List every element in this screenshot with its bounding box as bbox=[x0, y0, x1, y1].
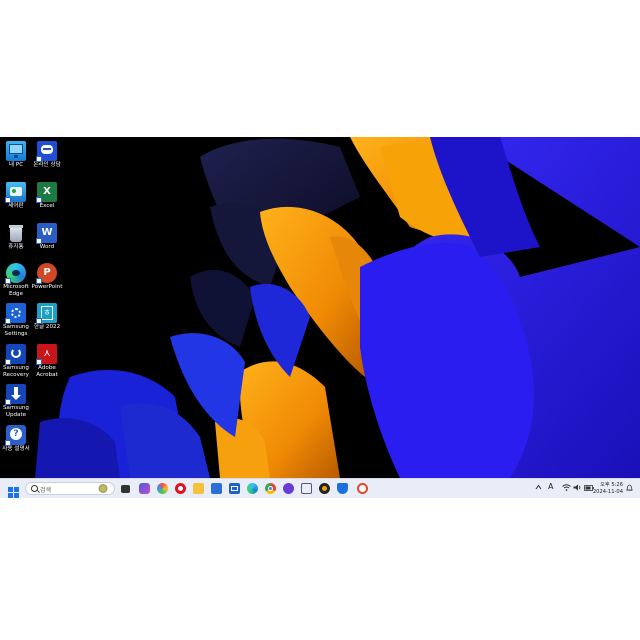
taskbar: 검색 A 오후 5:26 2024-11-04 bbox=[0, 478, 640, 498]
desktop-icon-control-panel[interactable]: 제어판 bbox=[0, 182, 32, 210]
file-explorer-icon[interactable] bbox=[193, 483, 204, 494]
remote-icon[interactable] bbox=[357, 483, 368, 494]
music-icon[interactable] bbox=[319, 483, 330, 494]
hangul-icon: ㅎ bbox=[36, 303, 57, 324]
desktop-icon-samsung-update[interactable]: Samsung Update bbox=[0, 384, 32, 418]
edge-icon bbox=[5, 263, 26, 284]
desktop-icon-acrobat[interactable]: ⋏ Adobe Acrobat bbox=[31, 344, 63, 378]
mail-icon[interactable] bbox=[229, 483, 240, 494]
taskbar-clock[interactable]: 오후 5:26 2024-11-04 bbox=[593, 482, 623, 495]
update-icon bbox=[5, 384, 26, 405]
app-q-icon[interactable] bbox=[175, 483, 186, 494]
clock-date: 2024-11-04 bbox=[592, 488, 623, 495]
wallpaper bbox=[0, 137, 640, 478]
samsung-app-icon[interactable] bbox=[283, 483, 294, 494]
recovery-icon bbox=[5, 344, 26, 365]
desktop-icon-online-consult[interactable]: 온라인 상담 bbox=[31, 141, 63, 169]
desktop-icon-my-pc[interactable]: 내 PC bbox=[0, 141, 32, 169]
search-placeholder: 검색 bbox=[40, 487, 52, 494]
microsoft-store-icon[interactable] bbox=[211, 483, 222, 494]
desktop-icon-hangul[interactable]: ㅎ 한글 2022 bbox=[31, 303, 63, 331]
tray-overflow-chevron-icon[interactable] bbox=[535, 484, 542, 498]
desktop-icon-powerpoint[interactable]: P PowerPoint bbox=[31, 263, 63, 291]
help-icon: ? bbox=[5, 425, 26, 446]
windows-logo-icon bbox=[8, 487, 19, 498]
capture-icon[interactable] bbox=[301, 483, 312, 494]
gear-icon bbox=[5, 303, 26, 324]
chrome-icon[interactable] bbox=[265, 483, 276, 494]
recycle-bin-icon bbox=[6, 223, 26, 243]
desktop-icon-samsung-recovery[interactable]: Samsung Recovery bbox=[0, 344, 32, 378]
desktop-icon-word[interactable]: W Word bbox=[31, 223, 63, 251]
volume-icon[interactable] bbox=[573, 484, 582, 498]
security-icon[interactable] bbox=[337, 483, 348, 494]
desktop-icon-excel[interactable]: X Excel bbox=[31, 182, 63, 210]
taskbar-search-box[interactable]: 검색 bbox=[25, 482, 115, 495]
ime-indicator[interactable]: A bbox=[548, 482, 553, 498]
copilot-icon[interactable] bbox=[139, 483, 150, 494]
desktop-icon-user-guide[interactable]: ? 사용 설명서 bbox=[0, 425, 32, 453]
desktop-icon-samsung-settings[interactable]: Samsung Settings bbox=[0, 303, 32, 337]
search-highlight-icon bbox=[98, 484, 108, 493]
chat-bubble-icon bbox=[36, 141, 57, 162]
powerpoint-icon: P bbox=[36, 263, 57, 284]
edge-icon[interactable] bbox=[247, 483, 258, 494]
wifi-icon[interactable] bbox=[562, 484, 571, 498]
control-panel-icon bbox=[5, 182, 26, 203]
monitor-icon bbox=[6, 141, 26, 161]
desktop-screen: 내 PC 제어판 휴지통 Microsoft Edge Samsung Sett… bbox=[0, 137, 640, 498]
excel-icon: X bbox=[36, 182, 57, 203]
desktop-icon-edge[interactable]: Microsoft Edge bbox=[0, 263, 32, 297]
photos-icon[interactable] bbox=[157, 483, 168, 494]
notification-bell-icon[interactable] bbox=[626, 484, 633, 498]
task-view-icon[interactable] bbox=[121, 485, 130, 493]
start-button[interactable] bbox=[8, 483, 19, 498]
acrobat-icon: ⋏ bbox=[36, 344, 57, 365]
word-icon: W bbox=[36, 223, 57, 244]
desktop-icon-recycle-bin[interactable]: 휴지통 bbox=[0, 223, 32, 251]
search-icon bbox=[31, 485, 38, 492]
